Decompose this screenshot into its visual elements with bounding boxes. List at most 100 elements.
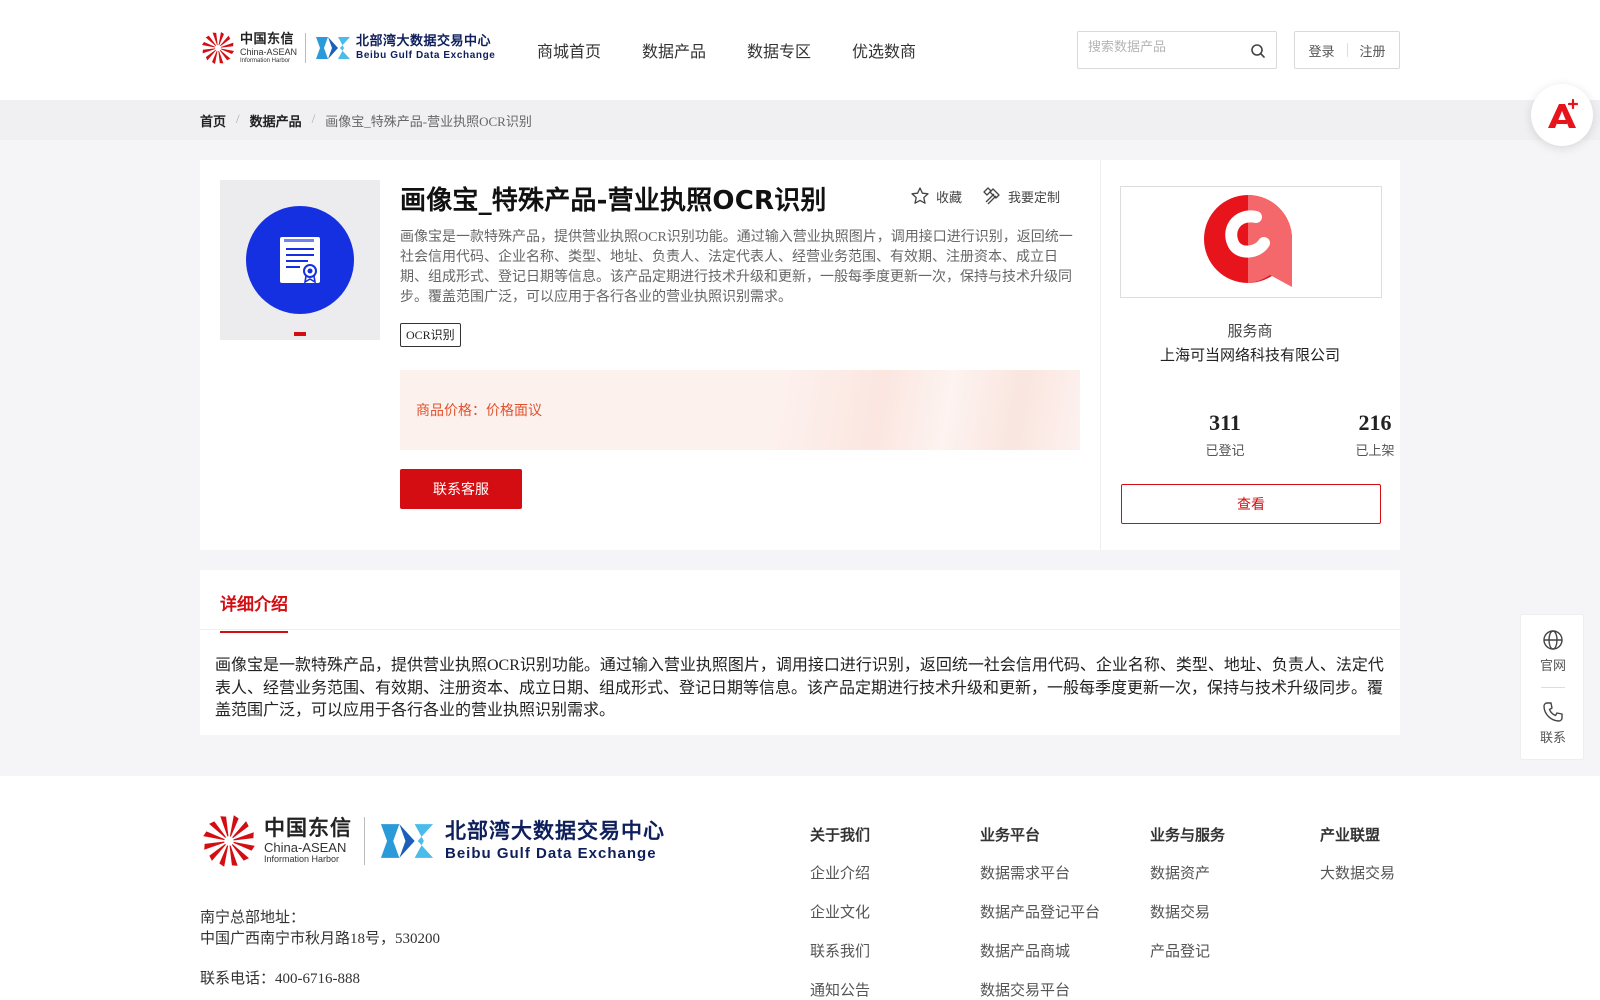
nav-data-products[interactable]: 数据产品 — [642, 38, 706, 62]
nav-mall-home[interactable]: 商城首页 — [537, 38, 601, 62]
customize-button[interactable]: 我要定制 — [982, 186, 1060, 206]
tab-detail[interactable]: 详细介绍 — [220, 590, 288, 633]
product-description: 画像宝是一款特殊产品，提供营业执照OCR识别功能。通过输入营业执照图片，调用接口… — [400, 230, 1073, 305]
footer-link-data-trading[interactable]: 数据交易 — [1150, 901, 1225, 922]
price-box: 商品价格：价格面议 — [400, 370, 1080, 450]
pinwheel-logo-icon — [202, 32, 234, 64]
footer-logo: 中国东信 China-ASEAN Information Harbor 北部湾大… — [200, 812, 665, 870]
globe-icon — [1543, 630, 1563, 650]
footer-logo-cdx-en1: China-ASEAN — [264, 840, 347, 855]
listed-label: 已上架 — [1355, 444, 1395, 459]
search-box — [1077, 31, 1277, 69]
footer-address-label: 南宁总部地址： — [200, 908, 306, 926]
footer-col-title: 关于我们 — [810, 826, 871, 844]
phone-icon — [1543, 702, 1563, 722]
bbg-logo-icon — [316, 37, 351, 59]
price-label: 商品价格： — [416, 403, 486, 419]
star-icon — [911, 187, 929, 204]
view-vendor-button[interactable]: 查看 — [1121, 484, 1381, 524]
footer-col-title: 业务平台 — [980, 826, 1041, 844]
footer-link-contact-us[interactable]: 联系我们 — [810, 940, 870, 961]
side-float-panel: 官网 联系 — [1520, 614, 1584, 760]
footer-col-services: 业务与服务 数据资产 数据交易 产品登记 — [1150, 824, 1225, 979]
bbg-logo-icon — [380, 824, 434, 858]
contact-side-label: 联系 — [1539, 731, 1566, 746]
footer-phone: 联系电话：400-6716-888 — [200, 971, 360, 987]
footer-col-alliance: 产业联盟 大数据交易 — [1320, 824, 1395, 901]
search-icon[interactable] — [1250, 43, 1266, 59]
detail-text: 画像宝是一款特殊产品，提供营业执照OCR识别功能。通过输入营业执照图片，调用接口… — [215, 657, 1384, 719]
ai-assistant-button[interactable] — [1531, 84, 1593, 146]
login-link[interactable]: 登录 — [1296, 41, 1346, 60]
site-logo[interactable]: 中国东信 China-ASEAN Information Harbor 北部湾大… — [200, 30, 495, 66]
registered-count: 311 — [1209, 410, 1241, 435]
logo-cdx-en2: Information Harbor — [240, 57, 291, 64]
favorite-button[interactable]: 收藏 — [910, 186, 962, 206]
footer-link-registration-platform[interactable]: 数据产品登记平台 — [980, 901, 1100, 922]
vendor-logo — [1120, 186, 1382, 298]
breadcrumb-home[interactable]: 首页 — [200, 111, 226, 130]
breadcrumb-current: 画像宝_特殊产品-营业执照OCR识别 — [325, 114, 532, 129]
product-card: 画像宝_特殊产品-营业执照OCR识别 收藏 我要定制 画像宝是一款特殊产品，提供… — [200, 160, 1400, 550]
vendor-q-logo-icon — [1204, 195, 1292, 287]
beibu-gulf-logo: 北部湾大数据交易中心 Beibu Gulf Data Exchange — [314, 33, 495, 63]
logo-bbg-en: Beibu Gulf Data Exchange — [356, 50, 496, 61]
pinwheel-logo-icon — [203, 815, 255, 867]
footer-link-data-assets[interactable]: 数据资产 — [1150, 862, 1225, 883]
detail-section: 详细介绍 画像宝是一款特殊产品，提供营业执照OCR识别功能。通过输入营业执照图片… — [200, 570, 1400, 735]
price-row: 商品价格：价格面议 — [416, 400, 542, 420]
nav-preferred-vendors[interactable]: 优选数商 — [852, 38, 916, 62]
customize-icon — [983, 187, 1000, 205]
search-input[interactable] — [1088, 40, 1248, 55]
product-tag: OCR识别 — [400, 323, 461, 347]
logo-bbg-cn: 北部湾大数据交易中心 — [356, 34, 492, 49]
registered-label: 已登记 — [1205, 444, 1245, 459]
footer-link-company-culture[interactable]: 企业文化 — [810, 901, 870, 922]
register-link[interactable]: 注册 — [1348, 41, 1398, 60]
footer-logo-divider — [364, 817, 365, 865]
footer-col-platforms: 业务平台 数据需求平台 数据产品登记平台 数据产品商城 数据交易平台 — [980, 824, 1100, 1000]
footer-link-trading-platform[interactable]: 数据交易平台 — [980, 979, 1100, 1000]
footer-logo-cdx-en2: Information Harbor — [264, 854, 340, 864]
favorite-label: 收藏 — [936, 190, 963, 206]
contact-service-button[interactable]: 联系客服 — [400, 469, 522, 509]
logo-cdx-cn: 中国东信 — [240, 31, 295, 47]
website-button[interactable]: 官网 — [1521, 629, 1585, 674]
breadcrumb-separator: / — [311, 111, 316, 126]
footer-logo-bbg-cn: 北部湾大数据交易中心 — [445, 819, 665, 843]
product-title: 画像宝_特殊产品-营业执照OCR识别 — [400, 186, 827, 216]
footer-logo-bbg-en: Beibu Gulf Data Exchange — [445, 845, 657, 862]
breadcrumb-bar: 首页 / 数据产品 / 画像宝_特殊产品-营业执照OCR识别 — [0, 100, 1600, 140]
nav-data-zone[interactable]: 数据专区 — [747, 38, 811, 62]
auth-box: 登录 注册 — [1294, 31, 1400, 69]
logo-divider — [305, 33, 307, 63]
document-certificate-icon — [280, 237, 320, 284]
footer-logo-cdx-cn: 中国东信 — [264, 816, 352, 840]
footer-link-notices[interactable]: 通知公告 — [810, 979, 870, 1000]
china-asean-logo: 中国东信 China-ASEAN Information Harbor — [200, 30, 297, 66]
footer-col-title: 业务与服务 — [1150, 826, 1226, 844]
logo-cdx-en1: China-ASEAN — [240, 46, 298, 57]
site-footer: 中国东信 China-ASEAN Information Harbor 北部湾大… — [0, 776, 1600, 1000]
price-value: 价格面议 — [486, 403, 542, 419]
footer-link-product-mall[interactable]: 数据产品商城 — [980, 940, 1100, 961]
contact-side-button[interactable]: 联系 — [1521, 701, 1585, 746]
footer-link-big-data-trading[interactable]: 大数据交易 — [1320, 862, 1395, 883]
vendor-name: 上海可当网络科技有限公司 — [1159, 346, 1340, 364]
footer-link-demand-platform[interactable]: 数据需求平台 — [980, 862, 1100, 883]
footer-link-product-registration[interactable]: 产品登记 — [1150, 940, 1225, 961]
site-header: 中国东信 China-ASEAN Information Harbor 北部湾大… — [0, 0, 1600, 100]
breadcrumb-separator: / — [236, 111, 240, 126]
footer-address: 中国广西南宁市秋月路18号，530200 — [200, 931, 441, 947]
breadcrumb-data-products[interactable]: 数据产品 — [250, 111, 302, 130]
thumbnail-circle — [246, 206, 354, 314]
customize-label: 我要定制 — [1008, 190, 1061, 206]
footer-link-company-intro[interactable]: 企业介绍 — [810, 862, 870, 883]
product-actions: 收藏 我要定制 — [910, 186, 1080, 206]
thumbnail-indicator[interactable] — [294, 332, 306, 336]
product-thumbnail[interactable] — [220, 180, 380, 340]
main-nav: 商城首页 数据产品 数据专区 优选数商 — [537, 38, 957, 62]
footer-col-title: 产业联盟 — [1320, 826, 1381, 844]
website-label: 官网 — [1539, 659, 1566, 674]
listed-count: 216 — [1358, 410, 1392, 435]
